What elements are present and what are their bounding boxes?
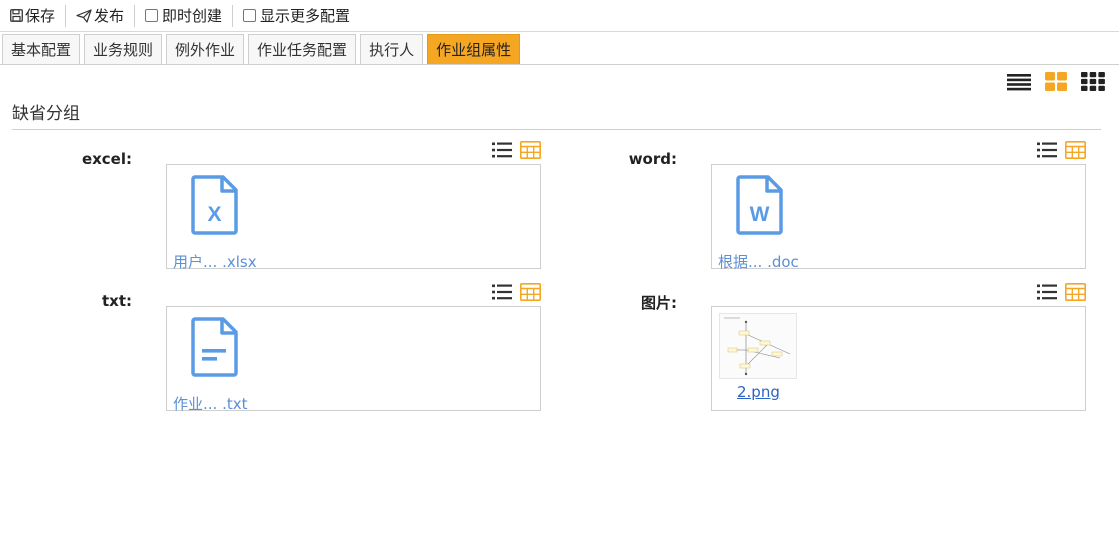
- table-icon[interactable]: [520, 141, 541, 163]
- list-icon[interactable]: [1037, 283, 1057, 305]
- field-label-excel: excel:: [81, 150, 132, 168]
- list-icon[interactable]: [492, 141, 512, 163]
- image-thumbnail[interactable]: [719, 313, 797, 379]
- tab-basic-config[interactable]: 基本配置: [2, 34, 81, 64]
- field-view-toggle: [492, 141, 541, 163]
- tab-executor[interactable]: 执行人: [360, 34, 424, 64]
- text-file-icon: [191, 317, 238, 377]
- image-file-name-link[interactable]: 2.png: [719, 383, 799, 401]
- group-title: 缺省分组: [12, 99, 1101, 130]
- show-more-config-label: 显示更多配置: [260, 7, 351, 25]
- file-icon-letter: X: [207, 203, 221, 226]
- table-icon[interactable]: [1065, 283, 1086, 305]
- file-box-word: W 根据... .doc: [711, 164, 1086, 272]
- file-name-link[interactable]: 作业... .txt: [173, 393, 247, 414]
- tab-bar: 基本配置 业务规则 例外作业 作业任务配置 执行人 作业组属性: [0, 34, 1119, 65]
- field-view-toggle: [1037, 283, 1086, 305]
- list-icon[interactable]: [1037, 141, 1057, 163]
- field-label-image: 图片:: [641, 294, 677, 312]
- field-label-word: word:: [628, 150, 677, 168]
- file-icon-letter: W: [750, 203, 770, 226]
- file-name-link[interactable]: 根据... .doc: [718, 251, 799, 272]
- file-name-link[interactable]: 用户... .xlsx: [173, 251, 257, 272]
- view-switcher: [1007, 72, 1105, 95]
- instant-create-label: 即时创建: [162, 7, 223, 25]
- send-icon: [76, 8, 92, 23]
- tab-exception-jobs[interactable]: 例外作业: [166, 34, 245, 64]
- publish-button[interactable]: 发布: [66, 0, 134, 32]
- word-file-icon: W: [736, 175, 783, 235]
- table-icon[interactable]: [520, 283, 541, 305]
- two-column-grid-icon[interactable]: [1045, 72, 1067, 95]
- file-box-excel: X 用户... .xlsx: [166, 164, 541, 272]
- image-item[interactable]: 2.png: [719, 313, 799, 401]
- field-label-txt: txt:: [101, 292, 132, 310]
- checkbox-box[interactable]: [145, 9, 159, 22]
- save-button[interactable]: 保存: [0, 0, 65, 32]
- publish-label: 发布: [94, 7, 125, 25]
- three-column-grid-icon[interactable]: [1081, 72, 1105, 95]
- file-box-image: 2.png: [711, 306, 1086, 411]
- table-icon[interactable]: [1065, 141, 1086, 163]
- field-view-toggle: [1037, 141, 1086, 163]
- save-icon: [10, 9, 23, 22]
- excel-file-icon: X: [191, 175, 238, 235]
- file-box-txt: 作业... .txt: [166, 306, 541, 414]
- checkbox-box[interactable]: [243, 9, 257, 22]
- save-label: 保存: [25, 7, 56, 25]
- tab-business-rules[interactable]: 业务规则: [84, 34, 163, 64]
- tab-job-group-attributes[interactable]: 作业组属性: [427, 34, 521, 64]
- field-view-toggle: [492, 283, 541, 305]
- instant-create-checkbox[interactable]: 即时创建: [135, 0, 232, 32]
- show-more-config-checkbox[interactable]: 显示更多配置: [233, 0, 360, 32]
- tab-job-task-config[interactable]: 作业任务配置: [248, 34, 357, 64]
- list-view-icon[interactable]: [1007, 73, 1031, 95]
- toolbar: 保存 发布 即时创建 显示更多配置: [0, 0, 1119, 32]
- list-icon[interactable]: [492, 283, 512, 305]
